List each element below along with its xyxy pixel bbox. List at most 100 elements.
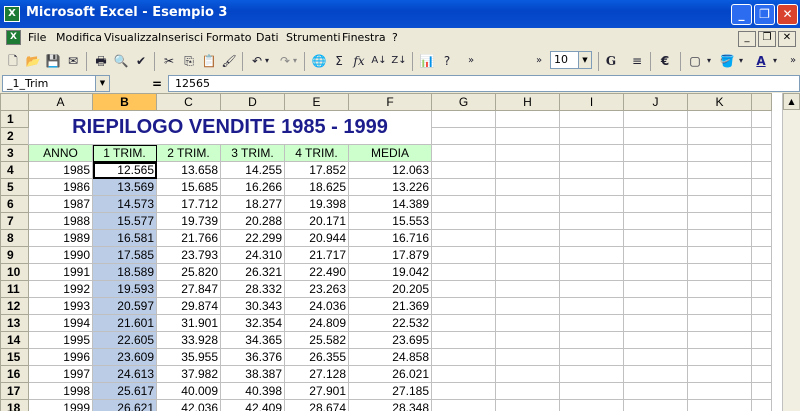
cell[interactable]: 23.609	[92, 348, 157, 366]
cell[interactable]: 15.553	[348, 212, 432, 230]
cell[interactable]	[751, 110, 772, 128]
cell[interactable]: 1986	[28, 178, 93, 196]
cell[interactable]: 13.569	[92, 178, 157, 196]
column-header[interactable]: A	[28, 93, 93, 111]
cell[interactable]: 23.793	[156, 246, 221, 264]
cell[interactable]	[687, 263, 752, 281]
row-header[interactable]: 6	[0, 195, 29, 213]
cell[interactable]	[559, 297, 624, 315]
cell[interactable]	[559, 348, 624, 366]
cell[interactable]	[751, 178, 772, 196]
cell[interactable]	[623, 212, 688, 230]
cell[interactable]	[751, 144, 772, 162]
cell[interactable]	[687, 229, 752, 247]
print-preview-icon[interactable]: 🔍	[112, 52, 130, 70]
cell[interactable]: 40.398	[220, 382, 285, 400]
cell[interactable]	[495, 229, 560, 247]
menu-finestra[interactable]: Finestra	[342, 31, 386, 44]
cut-icon[interactable]: ✂	[160, 52, 178, 70]
cell[interactable]	[687, 178, 752, 196]
cell[interactable]	[431, 212, 496, 230]
cell[interactable]: 28.674	[284, 399, 349, 411]
cell[interactable]	[687, 348, 752, 366]
cell[interactable]: 22.490	[284, 263, 349, 281]
cell[interactable]	[623, 280, 688, 298]
cell[interactable]: 1994	[28, 314, 93, 332]
cell[interactable]	[559, 161, 624, 179]
cell[interactable]	[495, 365, 560, 383]
cell[interactable]	[687, 365, 752, 383]
cell[interactable]: 18.625	[284, 178, 349, 196]
select-all-corner[interactable]	[0, 93, 29, 111]
cell[interactable]	[431, 399, 496, 411]
column-header[interactable]: D	[220, 93, 285, 111]
cell[interactable]: 19.593	[92, 280, 157, 298]
cell[interactable]	[687, 297, 752, 315]
cell[interactable]	[559, 127, 624, 145]
cell[interactable]	[495, 263, 560, 281]
cell[interactable]: 1988	[28, 212, 93, 230]
cell[interactable]	[495, 110, 560, 128]
cell[interactable]	[751, 263, 772, 281]
cell[interactable]	[623, 331, 688, 349]
row-header[interactable]: 15	[0, 348, 29, 366]
cell[interactable]	[495, 399, 560, 411]
print-icon[interactable]: 🖶	[92, 52, 110, 70]
cell[interactable]	[431, 314, 496, 332]
cell[interactable]	[559, 229, 624, 247]
cell[interactable]	[751, 127, 772, 145]
cell[interactable]	[751, 348, 772, 366]
formula-equals-icon[interactable]: =	[152, 77, 162, 91]
cell[interactable]	[623, 144, 688, 162]
cell[interactable]: 1998	[28, 382, 93, 400]
help-icon[interactable]: ?	[438, 52, 456, 70]
copy-icon[interactable]: ⎘	[180, 52, 198, 70]
cell[interactable]	[559, 212, 624, 230]
cell[interactable]	[687, 314, 752, 332]
cell[interactable]: 30.343	[220, 297, 285, 315]
cell[interactable]	[559, 399, 624, 411]
cell[interactable]	[751, 297, 772, 315]
cell[interactable]	[495, 127, 560, 145]
row-header[interactable]: 13	[0, 314, 29, 332]
header-cell[interactable]: 4 TRIM.	[284, 144, 349, 162]
cell[interactable]: 1987	[28, 195, 93, 213]
cell[interactable]: 37.982	[156, 365, 221, 383]
cell[interactable]: 23.263	[284, 280, 349, 298]
row-header[interactable]: 3	[0, 144, 29, 162]
cell[interactable]	[559, 280, 624, 298]
fill-color-dropdown-icon[interactable]: ▾	[736, 52, 746, 70]
cell[interactable]: 24.036	[284, 297, 349, 315]
cell[interactable]: 24.310	[220, 246, 285, 264]
cell[interactable]	[559, 314, 624, 332]
cell[interactable]	[559, 382, 624, 400]
row-header[interactable]: 8	[0, 229, 29, 247]
cell[interactable]	[431, 161, 496, 179]
cell[interactable]	[751, 161, 772, 179]
cell[interactable]	[623, 178, 688, 196]
column-header[interactable]: C	[156, 93, 221, 111]
undo-dropdown-icon[interactable]: ▾	[262, 52, 272, 70]
cell[interactable]	[687, 127, 752, 145]
cell[interactable]: 16.716	[348, 229, 432, 247]
cell[interactable]	[751, 280, 772, 298]
cell[interactable]: 18.277	[220, 195, 285, 213]
column-header[interactable]: I	[559, 93, 624, 111]
cell[interactable]: 21.601	[92, 314, 157, 332]
cell[interactable]	[687, 110, 752, 128]
row-header[interactable]: 17	[0, 382, 29, 400]
cell[interactable]	[559, 195, 624, 213]
cell[interactable]	[431, 229, 496, 247]
bold-icon[interactable]: G	[602, 52, 620, 70]
cell[interactable]: 18.589	[92, 263, 157, 281]
cell[interactable]: 19.042	[348, 263, 432, 281]
format-painter-icon[interactable]: 🖌	[220, 52, 238, 70]
cell[interactable]: 42.036	[156, 399, 221, 411]
cell[interactable]	[623, 348, 688, 366]
menu-formato[interactable]: Formato	[206, 31, 252, 44]
cell[interactable]	[559, 246, 624, 264]
cell[interactable]	[431, 382, 496, 400]
insert-function-icon[interactable]: fx	[350, 52, 368, 70]
cell[interactable]	[495, 280, 560, 298]
cell[interactable]	[687, 212, 752, 230]
